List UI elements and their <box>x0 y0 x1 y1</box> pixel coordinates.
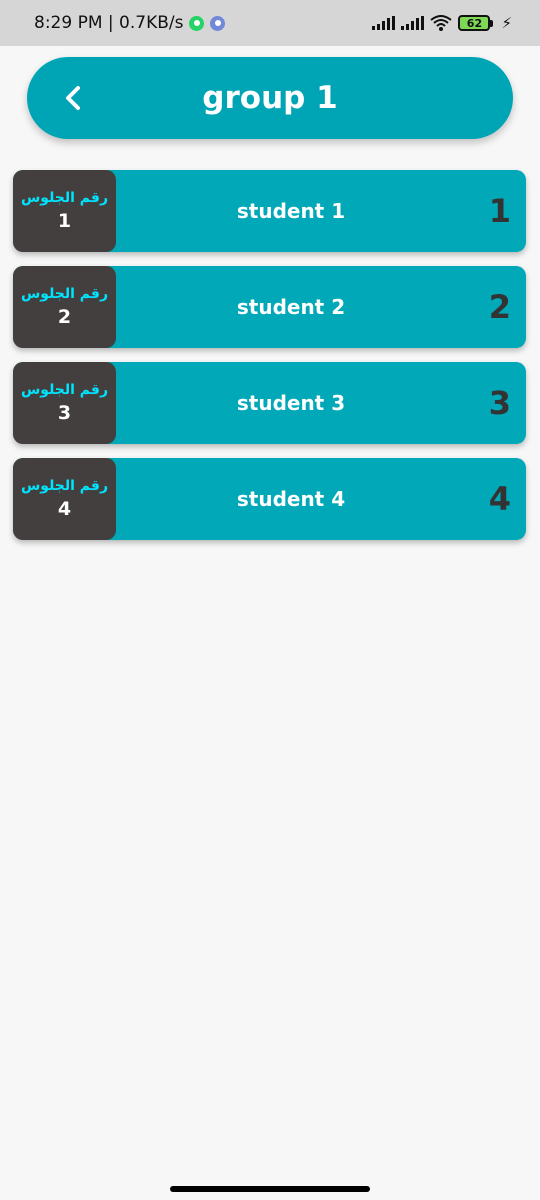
battery-level: 62 <box>458 15 491 31</box>
seat-label: رقم الجلوس <box>20 286 109 302</box>
student-index: 2 <box>488 288 511 326</box>
student-name: student 4 <box>236 487 346 511</box>
seat-label: رقم الجلوس <box>20 382 109 398</box>
seat-number-box: رقم الجلوس 2 <box>13 266 116 348</box>
seat-number: 2 <box>57 306 72 328</box>
discord-icon <box>210 15 226 31</box>
wifi-icon <box>430 15 453 31</box>
student-card[interactable]: رقم الجلوس 1 student 1 1 <box>13 170 526 252</box>
student-index: 3 <box>488 384 511 422</box>
student-card[interactable]: رقم الجلوس 4 student 4 4 <box>13 458 526 540</box>
status-bar: 8:29 PM | 0.7KB/s 62 ⚡ <box>0 0 540 46</box>
status-right: 62 ⚡ <box>372 14 512 32</box>
signal-icon <box>401 16 425 30</box>
seat-label: رقم الجلوس <box>20 190 109 206</box>
seat-label: رقم الجلوس <box>20 478 109 494</box>
home-indicator[interactable] <box>170 1186 370 1192</box>
charging-icon: ⚡ <box>501 14 512 32</box>
seat-number-box: رقم الجلوس 4 <box>13 458 116 540</box>
whatsapp-icon <box>189 15 205 31</box>
header-bar: group 1 <box>27 57 513 139</box>
seat-number: 4 <box>57 498 72 520</box>
student-index: 4 <box>488 480 511 518</box>
back-button[interactable] <box>53 78 93 118</box>
student-name: student 2 <box>236 295 346 319</box>
seat-number-box: رقم الجلوس 1 <box>13 170 116 252</box>
seat-number: 1 <box>57 210 72 232</box>
student-list: رقم الجلوس 1 student 1 1 رقم الجلوس 2 st… <box>13 170 526 554</box>
student-index: 1 <box>488 192 511 230</box>
time-speed: 8:29 PM | 0.7KB/s <box>34 13 184 33</box>
chevron-left-icon <box>66 86 80 110</box>
student-name: student 1 <box>236 199 346 223</box>
battery-icon: 62 <box>458 15 494 31</box>
seat-number-box: رقم الجلوس 3 <box>13 362 116 444</box>
student-card[interactable]: رقم الجلوس 3 student 3 3 <box>13 362 526 444</box>
status-left: 8:29 PM | 0.7KB/s <box>34 13 226 33</box>
student-name: student 3 <box>236 391 346 415</box>
page-title: group 1 <box>202 80 338 116</box>
student-card[interactable]: رقم الجلوس 2 student 2 2 <box>13 266 526 348</box>
seat-number: 3 <box>57 402 72 424</box>
signal-icon <box>372 16 396 30</box>
